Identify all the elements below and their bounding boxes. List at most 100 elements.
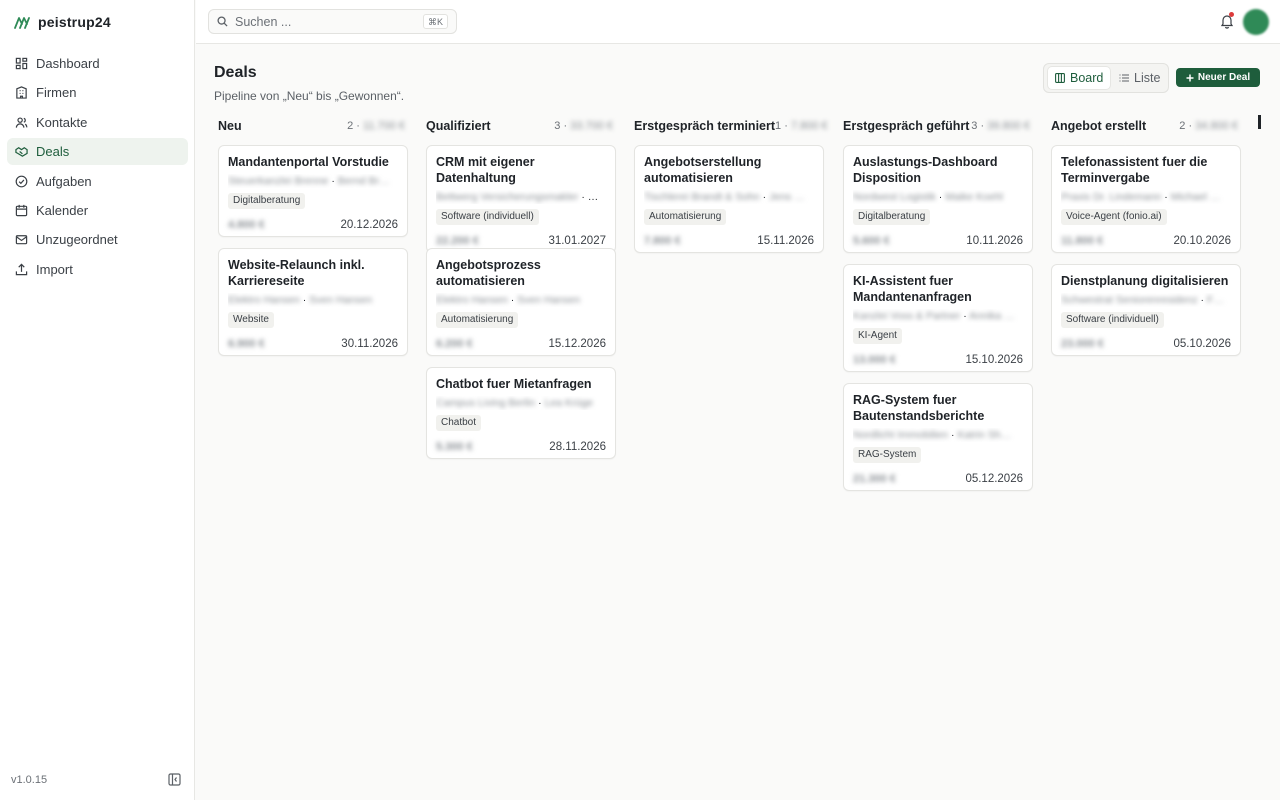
sidebar-item-kontakte[interactable]: Kontakte: [7, 109, 188, 136]
deal-date: 15.11.2026: [757, 235, 814, 247]
column-count: 2: [1179, 120, 1186, 132]
deal-company: Bettwerg Versicherungsmakler: [436, 191, 579, 203]
logo-icon: [14, 17, 30, 29]
deal-contact: Sven Hansen: [309, 294, 373, 306]
deal-title: Auslastungs-Dashboard Disposition: [853, 155, 998, 185]
column-meta: 3 · 39.800 €: [971, 120, 1030, 132]
column-neu: Neu 2 · 11.700 € Mandantenportal Vorstud…: [213, 112, 411, 356]
deal-footer: 6.200 € 15.12.2026: [436, 333, 606, 355]
search-input[interactable]: Suchen ... ⌘K: [208, 9, 457, 34]
deal-company-contact: Elektro Hansen · Sven Hansen: [436, 294, 581, 306]
column-meta: 1 · 7.800 €: [775, 120, 828, 132]
column-title: Neu: [218, 119, 242, 133]
sidebar-item-dashboard[interactable]: Dashboard: [7, 50, 188, 77]
deal-card[interactable]: KI-Assistent fuer Mandantenanfragen Kanz…: [843, 264, 1033, 372]
deal-title: Telefonassistent fuer die Terminvergabe: [1061, 155, 1208, 185]
deal-tag: Digitalberatung: [853, 209, 931, 225]
deal-company-contact: Tischlerei Brandt & Sohn · Jens …: [644, 191, 805, 203]
deal-company: Schwestrat Seniorenresidenz: [1061, 294, 1198, 306]
deal-contact: Maike Koehl: [945, 191, 1003, 203]
app-logo[interactable]: peistrup24: [14, 12, 111, 32]
deal-footer: 23.000 € 05.10.2026: [1061, 333, 1231, 355]
sidebar-nav: Dashboard Firmen Kontakte Deals Aufgaben…: [7, 50, 188, 285]
handshake-icon: [15, 147, 28, 158]
deal-card[interactable]: Angebotsprozess automatisieren Elektro H…: [426, 248, 616, 356]
sidebar-item-aufgaben[interactable]: Aufgaben: [7, 168, 188, 195]
deal-date: 30.11.2026: [341, 338, 398, 350]
board-view-label: Board: [1070, 71, 1104, 85]
deal-contact: …: [587, 191, 599, 203]
building-icon: [16, 86, 27, 100]
new-deal-button[interactable]: Neuer Deal: [1176, 68, 1260, 87]
column-header: Neu 2 · 11.700 €: [213, 112, 411, 140]
column-angebot-erstellt: Angebot erstellt 2 · 34.800 € Telefonass…: [1046, 112, 1244, 356]
list-view-label: Liste: [1134, 71, 1161, 85]
column-count: 2: [347, 120, 354, 132]
deal-company: Elektro Hansen: [436, 294, 508, 306]
sidebar-item-label: Dashboard: [36, 56, 100, 71]
deal-tag: RAG-System: [853, 447, 922, 463]
column-qualifiziert: Qualifiziert 3 · 33.700 € CRM mit eigene…: [421, 112, 619, 459]
avatar[interactable]: [1243, 9, 1269, 35]
sidebar-item-import[interactable]: Import: [7, 256, 188, 283]
deal-company: Tischlerei Brandt & Sohn: [644, 191, 760, 203]
sidebar-collapse-icon[interactable]: [168, 773, 181, 786]
list-view-button[interactable]: Liste: [1112, 67, 1167, 89]
sidebar-item-unzugeordnet[interactable]: Unzugeordnet: [7, 226, 188, 253]
deal-company-contact: Campus Living Berlin · Lea Krüge: [436, 397, 594, 409]
search-icon: [217, 16, 228, 27]
deal-card[interactable]: Auslastungs-Dashboard Disposition Nordwe…: [843, 145, 1033, 253]
deal-company-contact: Praxis Dr. Lindemann · Michael …: [1061, 191, 1221, 203]
column-header: Erstgespräch geführt 3 · 39.800 €: [838, 112, 1036, 140]
deal-title: Dienstplanung digitalisieren: [1061, 274, 1229, 288]
deal-company-contact: Schwestrat Seniorenresidenz · F…: [1061, 294, 1224, 306]
deal-card[interactable]: Chatbot fuer Mietanfragen Campus Living …: [426, 367, 616, 459]
deal-company-contact: Nordlicht Immobilien · Katrin Sh…: [853, 429, 1012, 441]
list-icon: [1119, 74, 1129, 82]
deal-amount: 11.800 €: [1061, 235, 1104, 247]
deal-contact: Katrin Sh…: [957, 429, 1012, 441]
view-toggle: Board Liste: [1043, 63, 1169, 93]
deal-card[interactable]: Angebotserstellung automatisieren Tischl…: [634, 145, 824, 253]
next-column-edge: [1258, 115, 1261, 129]
notification-dot: [1229, 12, 1234, 17]
deal-card[interactable]: Dienstplanung digitalisieren Schwestrat …: [1051, 264, 1241, 356]
deal-company-contact: Bettwerg Versicherungsmakler · …: [436, 191, 599, 203]
deal-footer: 7.800 € 15.11.2026: [644, 230, 814, 252]
deal-card[interactable]: Telefonassistent fuer die Terminvergabe …: [1051, 145, 1241, 253]
deal-card[interactable]: Website-Relaunch inkl. Karriereseite Ele…: [218, 248, 408, 356]
notifications-button[interactable]: [1220, 12, 1234, 29]
deals-board: Neu 2 · 11.700 € Mandantenportal Vorstud…: [213, 112, 1280, 800]
new-deal-label: Neuer Deal: [1197, 72, 1251, 83]
sidebar-item-kalender[interactable]: Kalender: [7, 197, 188, 224]
calendar-icon: [15, 204, 28, 217]
deal-tag: Voice-Agent (fonio.ai): [1061, 209, 1167, 225]
board-view-button[interactable]: Board: [1048, 67, 1111, 89]
check-circle-icon: [15, 175, 28, 187]
deal-contact: Jens …: [769, 191, 805, 203]
deal-card[interactable]: RAG-System fuer Bautenstandsberichte Nor…: [843, 383, 1033, 491]
deal-amount: 23.000 €: [1061, 338, 1104, 350]
app-name: peistrup24: [38, 14, 111, 30]
column-count: 1: [775, 120, 782, 132]
app-version: v1.0.15: [11, 774, 48, 786]
deal-date: 31.01.2027: [548, 235, 606, 247]
page-subtitle: Pipeline von „Neu“ bis „Gewonnen“.: [214, 89, 405, 103]
deal-title: KI-Assistent fuer Mandantenanfragen: [853, 274, 972, 304]
deal-card[interactable]: CRM mit eigener Datenhaltung Bettwerg Ve…: [426, 145, 616, 253]
sidebar-item-label: Import: [36, 261, 73, 277]
deal-date: 28.11.2026: [549, 441, 606, 453]
column-title: Erstgespräch geführt: [843, 119, 970, 133]
search-shortcut: ⌘K: [422, 14, 448, 29]
sidebar-item-deals[interactable]: Deals: [7, 138, 188, 166]
deal-card[interactable]: Mandantenportal Vorstudie Steuerkanzlei …: [218, 145, 408, 237]
deal-company-contact: Elektro Hansen · Sven Hansen: [228, 294, 373, 306]
users-icon: [15, 117, 28, 128]
sidebar-item-firmen[interactable]: Firmen: [7, 79, 188, 106]
deal-footer: 21.300 € 05.12.2026: [853, 468, 1023, 490]
sidebar-item-label: Firmen: [36, 85, 77, 101]
sidebar-item-label: Aufgaben: [36, 173, 92, 189]
deal-footer: 13.000 € 15.10.2026: [853, 349, 1023, 371]
column-meta: 2 · 34.800 €: [1179, 120, 1238, 132]
deal-company: Praxis Dr. Lindemann: [1061, 191, 1162, 203]
